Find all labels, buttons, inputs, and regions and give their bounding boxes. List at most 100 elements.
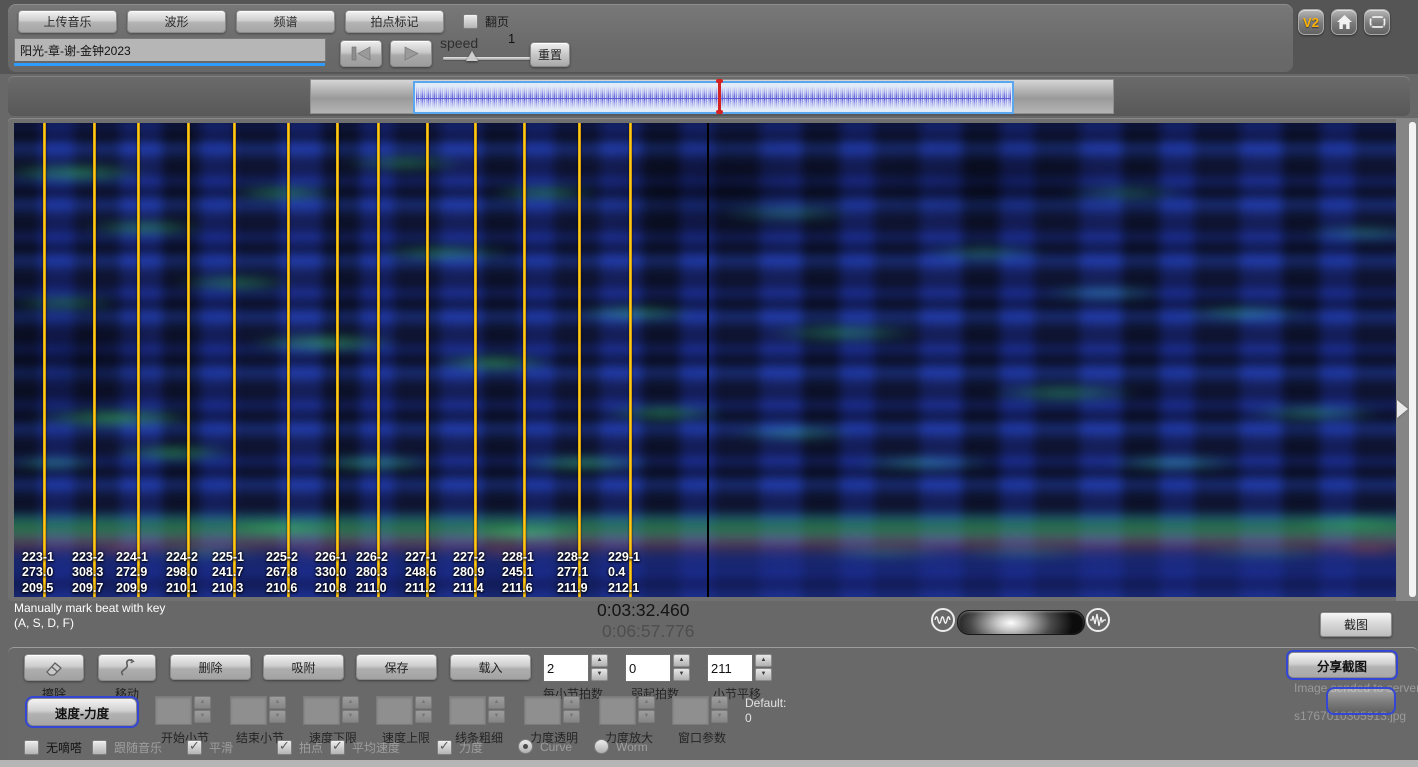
page-flip-checkbox-group[interactable]: 翻页: [463, 13, 509, 30]
speed-slider-track[interactable]: [443, 57, 535, 60]
beat-marker-line[interactable]: [43, 123, 46, 597]
beat-mark-view-button[interactable]: 拍点标记: [345, 10, 444, 33]
sine-wave-icon-button[interactable]: [931, 608, 955, 632]
skip-to-start-button[interactable]: [340, 40, 382, 67]
play-button[interactable]: [390, 40, 432, 67]
beats-per-measure-down-button[interactable]: ▼: [591, 668, 608, 681]
move-tool-button[interactable]: [98, 654, 156, 681]
velocity-checkbox[interactable]: [437, 740, 452, 755]
smooth-checkbox-group[interactable]: 平滑: [187, 739, 233, 756]
load-button[interactable]: 载入: [450, 654, 531, 680]
beats-per-measure-input[interactable]: [543, 654, 589, 682]
beat-marker-line[interactable]: [523, 123, 526, 597]
beat-marker-line[interactable]: [629, 123, 632, 597]
speed-slider-thumb[interactable]: [466, 51, 478, 61]
beat-marker-line[interactable]: [426, 123, 429, 597]
velocity-alpha-down-button[interactable]: ▼: [563, 710, 580, 723]
speed-lower-limit-down-button[interactable]: ▼: [342, 710, 359, 723]
waveform-view-button[interactable]: 波形: [127, 10, 226, 33]
worm-radio[interactable]: [594, 739, 609, 754]
measure-shift-up-button[interactable]: ▲: [755, 654, 772, 667]
curve-radio-group[interactable]: Curve: [518, 739, 572, 754]
start-measure-up-button[interactable]: ▲: [194, 696, 211, 709]
skip-to-start-icon: [350, 46, 372, 61]
beat-marker-line[interactable]: [474, 123, 477, 597]
vertical-scrollbar[interactable]: [1409, 122, 1416, 597]
worm-radio-group[interactable]: Worm: [594, 739, 648, 754]
measure-shift-down-button[interactable]: ▼: [755, 668, 772, 681]
upload-music-button[interactable]: 上传音乐: [18, 10, 117, 33]
end-measure-down-button[interactable]: ▼: [269, 710, 286, 723]
speed-upper-limit-down-button[interactable]: ▼: [415, 710, 432, 723]
expand-panel-arrow-icon[interactable]: [1397, 400, 1408, 418]
beat-marker-line[interactable]: [336, 123, 339, 597]
velocity-scale-up-button[interactable]: ▲: [638, 696, 655, 709]
velocity-alpha-up-button[interactable]: ▲: [563, 696, 580, 709]
home-button[interactable]: [1331, 9, 1357, 35]
follow-music-checkbox[interactable]: [92, 740, 107, 755]
line-thickness-down-button[interactable]: ▼: [488, 710, 505, 723]
version-badge-button[interactable]: V2: [1298, 9, 1324, 35]
waveform-overview-bar[interactable]: [310, 79, 1114, 114]
fullscreen-button[interactable]: [1364, 9, 1390, 35]
beat-marker-line[interactable]: [287, 123, 290, 597]
share-screenshot-button[interactable]: 分享截图: [1288, 652, 1396, 678]
spectrogram-playhead[interactable]: [707, 123, 709, 597]
speed-velocity-mode-button[interactable]: 速度-力度: [27, 698, 137, 726]
erase-tool-button[interactable]: [24, 654, 84, 681]
beat-marker-line[interactable]: [137, 123, 140, 597]
beat-points-label: 拍点: [299, 739, 323, 756]
start-measure-down-button[interactable]: ▼: [194, 710, 211, 723]
average-speed-checkbox-group[interactable]: 平均速度: [330, 739, 400, 756]
window-params-spinner: ▲▼窗口参数: [672, 696, 728, 725]
pickup-beats-up-button[interactable]: ▲: [673, 654, 690, 667]
beat-marker-line[interactable]: [578, 123, 581, 597]
upload-overlay-button[interactable]: [1328, 689, 1394, 713]
window-params-up-button[interactable]: ▲: [711, 696, 728, 709]
pickup-beats-input[interactable]: [625, 654, 671, 682]
beat-points-checkbox-group[interactable]: 拍点: [277, 739, 323, 756]
waveform-view-window[interactable]: [413, 81, 1014, 114]
page-flip-checkbox[interactable]: [463, 14, 478, 29]
average-speed-checkbox[interactable]: [330, 740, 345, 755]
screenshot-button[interactable]: 截图: [1320, 612, 1392, 637]
beat-marker-line[interactable]: [233, 123, 236, 597]
beat-marker-line[interactable]: [93, 123, 96, 597]
save-button[interactable]: 保存: [356, 654, 437, 680]
no-tick-checkbox-group[interactable]: 无嘀嗒: [24, 739, 82, 756]
reset-speed-button[interactable]: 重置: [530, 42, 570, 67]
velocity-alpha-spinner: ▲▼力度透明: [524, 696, 580, 725]
line-thickness-up-button[interactable]: ▲: [488, 696, 505, 709]
bottom-edge-strip: [0, 760, 1418, 767]
measure-shift-spinner: ▲▼小节平移: [707, 654, 772, 682]
beat-time: 210.3: [212, 581, 274, 597]
song-title-input[interactable]: [14, 38, 326, 61]
blend-slider[interactable]: [957, 610, 1085, 635]
beat-marker-line[interactable]: [377, 123, 380, 597]
velocity-scale-down-button[interactable]: ▼: [638, 710, 655, 723]
spectrum-view-button[interactable]: 频谱: [236, 10, 335, 33]
spectrogram-canvas[interactable]: 223-1273.0209.5223-2308.3209.7224-1272.9…: [14, 123, 1396, 597]
beats-per-measure-up-button[interactable]: ▲: [591, 654, 608, 667]
no-tick-checkbox[interactable]: [24, 740, 39, 755]
waveform-icon-button[interactable]: [1086, 608, 1110, 632]
beat-marker-line[interactable]: [187, 123, 190, 597]
curve-radio[interactable]: [518, 739, 533, 754]
delete-button[interactable]: 删除: [170, 654, 251, 680]
speed-lower-limit-up-button[interactable]: ▲: [342, 696, 359, 709]
speed-upper-limit-up-button[interactable]: ▲: [415, 696, 432, 709]
play-icon: [402, 46, 420, 61]
waveform-center-line: [416, 98, 1011, 99]
pickup-beats-down-button[interactable]: ▼: [673, 668, 690, 681]
measure-shift-input[interactable]: [707, 654, 753, 682]
end-measure-spinner: ▲▼结束小节: [230, 696, 286, 725]
velocity-checkbox-group[interactable]: 力度: [437, 739, 483, 756]
beat-points-checkbox[interactable]: [277, 740, 292, 755]
snap-button[interactable]: 吸附: [263, 654, 344, 680]
follow-music-checkbox-group[interactable]: 跟随音乐: [92, 739, 162, 756]
overview-playhead[interactable]: [718, 79, 721, 114]
end-measure-up-button[interactable]: ▲: [269, 696, 286, 709]
window-params-down-button[interactable]: ▼: [711, 710, 728, 723]
default-value-text: Default: 0: [745, 696, 786, 726]
smooth-checkbox[interactable]: [187, 740, 202, 755]
